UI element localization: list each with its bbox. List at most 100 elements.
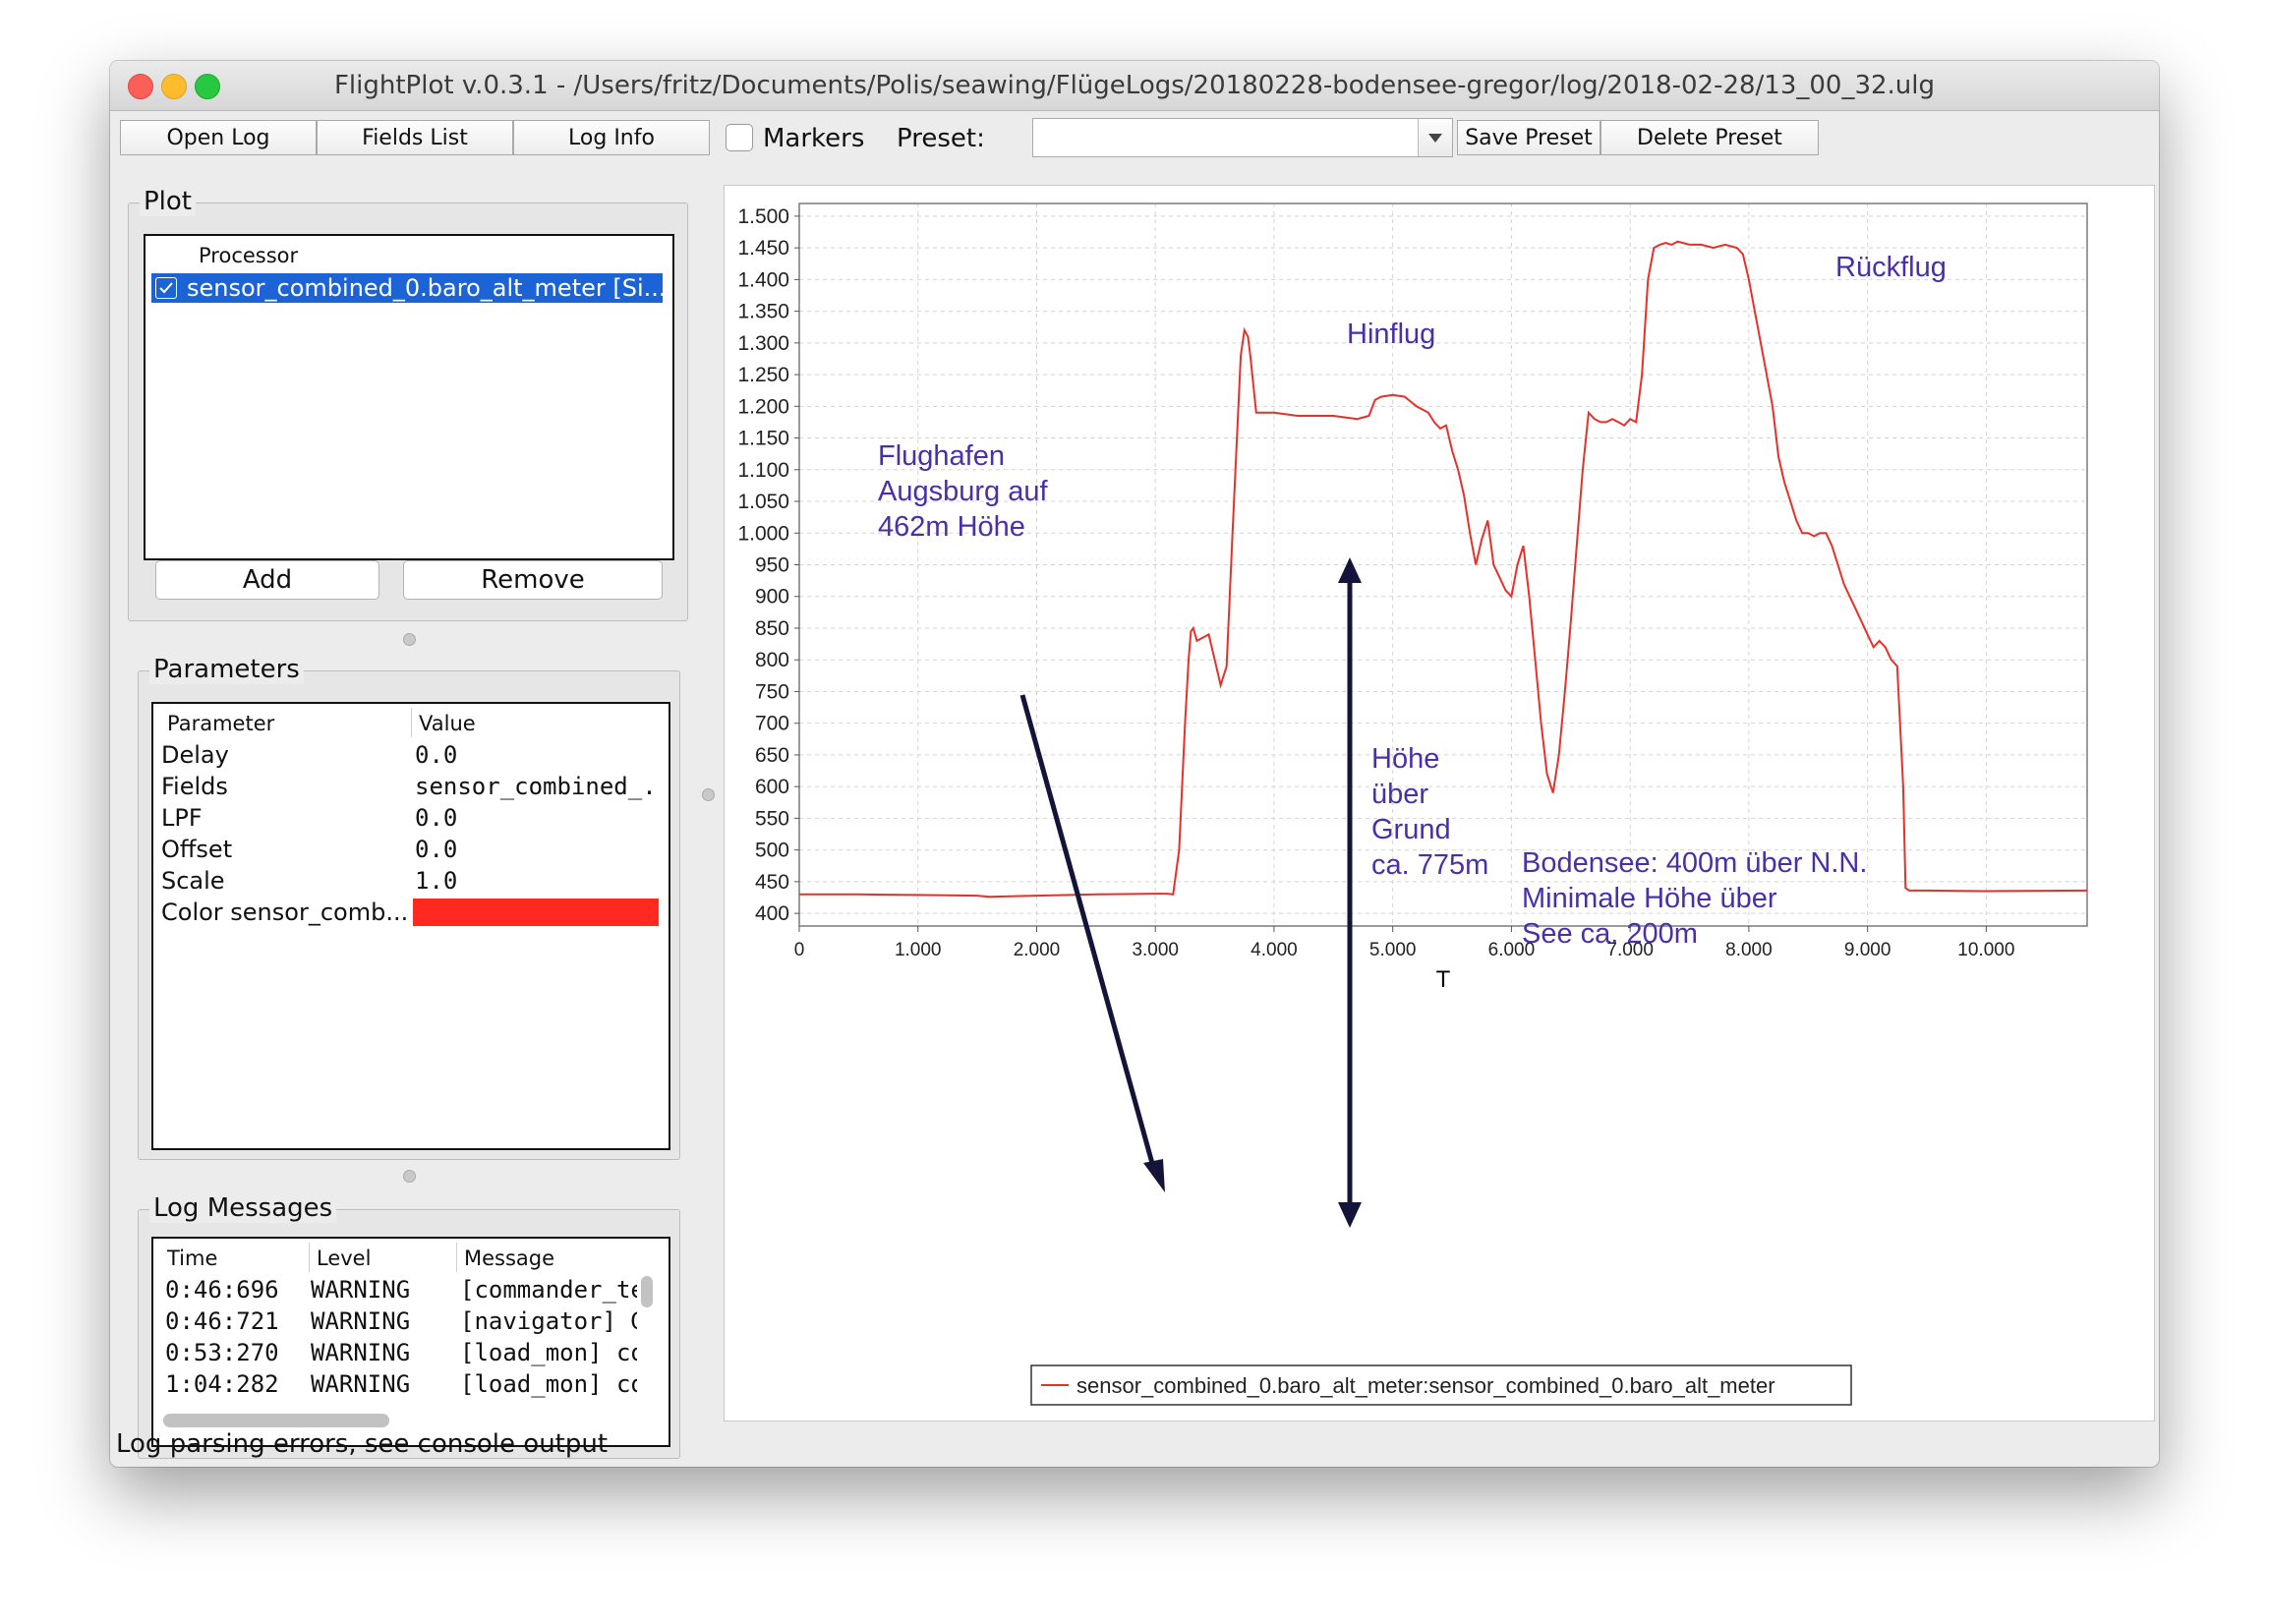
log-level: WARNING bbox=[311, 1307, 411, 1335]
param-name-offset: Offset bbox=[161, 836, 233, 863]
y-tick-label: 1.450 bbox=[737, 237, 789, 260]
y-tick-label: 1.400 bbox=[737, 268, 789, 291]
preset-combobox[interactable] bbox=[1032, 118, 1453, 157]
plot-group-title: Plot bbox=[140, 187, 197, 216]
preset-dropdown-arrow[interactable] bbox=[1418, 119, 1452, 156]
chart-annotation: Augsburg auf bbox=[878, 476, 1048, 507]
log-time: 0:46:696 bbox=[165, 1276, 279, 1304]
app-window: FlightPlot v.0.3.1 - /Users/fritz/Docume… bbox=[110, 61, 2159, 1467]
y-tick-label: 700 bbox=[755, 713, 789, 735]
processor-label: sensor_combined_0.baro_alt_meter [Si... bbox=[187, 274, 667, 302]
markers-label: Markers bbox=[763, 124, 865, 153]
y-tick-label: 1.000 bbox=[737, 522, 789, 545]
parameters-group-title: Parameters bbox=[149, 655, 304, 684]
parameters-table[interactable]: Parameter Value Delay 0.0 Fields sensor_… bbox=[151, 702, 670, 1150]
arrowhead-icon bbox=[1338, 557, 1362, 583]
y-tick-label: 450 bbox=[755, 871, 789, 894]
param-value-fields[interactable]: sensor_combined_... bbox=[415, 773, 661, 800]
chart-svg[interactable]: 400 450 500 550 600 650 700 750 800 850 900 950 1.00… bbox=[725, 186, 2156, 1422]
series-line bbox=[799, 240, 2088, 899]
split-handle-vertical[interactable] bbox=[702, 788, 715, 801]
status-bar: Log parsing errors, see console output bbox=[116, 1429, 609, 1459]
processor-row-selected[interactable]: sensor_combined_0.baro_alt_meter [Si... bbox=[151, 273, 667, 303]
x-tick-label: 5.000 bbox=[1369, 940, 1417, 960]
time-column-header: Time bbox=[167, 1247, 218, 1270]
y-tick-label: 400 bbox=[755, 902, 789, 925]
chart-annotation: Hinflug bbox=[1347, 319, 1435, 350]
delete-preset-button[interactable]: Delete Preset bbox=[1600, 120, 1819, 155]
processor-list[interactable]: Processor sensor_combined_0.baro_alt_met… bbox=[144, 234, 674, 560]
horizontal-scrollbar[interactable] bbox=[163, 1414, 389, 1427]
log-time: 0:46:721 bbox=[165, 1307, 279, 1335]
log-info-button[interactable]: Log Info bbox=[513, 120, 710, 155]
y-tick-label: 1.500 bbox=[737, 205, 789, 228]
check-icon bbox=[159, 282, 173, 294]
param-value-delay[interactable]: 0.0 bbox=[415, 741, 661, 769]
x-tick-label: 1.000 bbox=[895, 940, 942, 960]
message-column-header: Message bbox=[464, 1247, 555, 1270]
split-handle-1[interactable] bbox=[403, 633, 416, 646]
y-tick-label: 1.050 bbox=[737, 491, 789, 513]
legend: sensor_combined_0.baro_alt_meter:sensor_… bbox=[1030, 1364, 1852, 1406]
y-tick-label: 650 bbox=[755, 744, 789, 767]
vertical-scrollbar[interactable] bbox=[641, 1276, 653, 1307]
color-swatch[interactable] bbox=[413, 899, 659, 926]
y-tick-label: 1.350 bbox=[737, 301, 789, 323]
column-divider bbox=[309, 1243, 310, 1272]
level-column-header: Level bbox=[317, 1247, 372, 1270]
y-tick-label: 600 bbox=[755, 776, 789, 798]
y-tick-label: 900 bbox=[755, 586, 789, 609]
y-tick-label: 1.200 bbox=[737, 395, 789, 418]
open-log-button[interactable]: Open Log bbox=[120, 120, 317, 155]
param-value-offset[interactable]: 0.0 bbox=[415, 836, 661, 863]
y-tick-label: 1.300 bbox=[737, 332, 789, 355]
param-name-scale: Scale bbox=[161, 867, 225, 895]
save-preset-button[interactable]: Save Preset bbox=[1457, 120, 1600, 155]
y-tick-label: 500 bbox=[755, 840, 789, 862]
x-tick-label: 10.000 bbox=[1957, 940, 2014, 960]
y-tick-label: 1.100 bbox=[737, 459, 789, 482]
legend-label: sensor_combined_0.baro_alt_meter:sensor_… bbox=[1076, 1373, 1775, 1398]
remove-processor-button[interactable]: Remove bbox=[403, 560, 663, 600]
x-tick-label: 8.000 bbox=[1725, 940, 1773, 960]
chart-annotation: Grund bbox=[1371, 814, 1451, 845]
y-tick-label: 750 bbox=[755, 680, 789, 703]
param-value-scale[interactable]: 1.0 bbox=[415, 867, 661, 895]
title-bar: FlightPlot v.0.3.1 - /Users/fritz/Docume… bbox=[110, 61, 2159, 111]
log-level: WARNING bbox=[311, 1276, 411, 1304]
log-time: 0:53:270 bbox=[165, 1339, 279, 1366]
chart-annotation: Flughafen bbox=[878, 440, 1005, 472]
add-processor-button[interactable]: Add bbox=[155, 560, 379, 600]
y-tick-label: 950 bbox=[755, 554, 789, 577]
x-tick-label: 9.000 bbox=[1844, 940, 1891, 960]
y-tick-label: 550 bbox=[755, 807, 789, 830]
param-name-fields: Fields bbox=[161, 773, 228, 800]
chart-annotation: Bodensee: 400m über N.N. bbox=[1522, 847, 1867, 879]
x-axis-label: T bbox=[1435, 968, 1450, 993]
log-messages-group-title: Log Messages bbox=[149, 1193, 337, 1223]
log-message: [navigator] Glol bbox=[460, 1307, 637, 1335]
fields-list-button[interactable]: Fields List bbox=[317, 120, 513, 155]
chart-panel[interactable]: 400 450 500 550 600 650 700 750 800 850 900 950 1.00… bbox=[724, 185, 2155, 1421]
y-tick-label: 1.150 bbox=[737, 428, 789, 450]
parameter-column-header: Parameter bbox=[167, 712, 275, 735]
annotation-arrow bbox=[1019, 694, 1156, 1168]
chart-annotation: ca. 775m bbox=[1371, 849, 1488, 881]
x-tick-label: 0 bbox=[794, 940, 805, 960]
window-title: FlightPlot v.0.3.1 - /Users/fritz/Docume… bbox=[333, 71, 1936, 100]
param-name-color: Color sensor_comb... bbox=[161, 899, 407, 926]
chart-annotation: über bbox=[1371, 779, 1428, 810]
arrowhead-icon bbox=[1338, 1202, 1362, 1228]
log-message: [load_mon] cor bbox=[460, 1339, 637, 1366]
split-handle-2[interactable] bbox=[403, 1170, 416, 1183]
y-tick-label: 850 bbox=[755, 617, 789, 640]
log-time: 1:04:282 bbox=[165, 1370, 279, 1398]
processor-checkbox[interactable] bbox=[155, 277, 177, 299]
log-message: [load_mon] cor bbox=[460, 1370, 637, 1398]
markers-checkbox[interactable] bbox=[726, 124, 753, 151]
preset-label: Preset: bbox=[897, 124, 985, 153]
chart-annotation: 462m Höhe bbox=[878, 511, 1025, 543]
log-messages-table[interactable]: Time Level Message 0:46:696 WARNING [com… bbox=[151, 1237, 670, 1447]
x-tick-label: 2.000 bbox=[1014, 940, 1061, 960]
param-value-lpf[interactable]: 0.0 bbox=[415, 804, 661, 832]
